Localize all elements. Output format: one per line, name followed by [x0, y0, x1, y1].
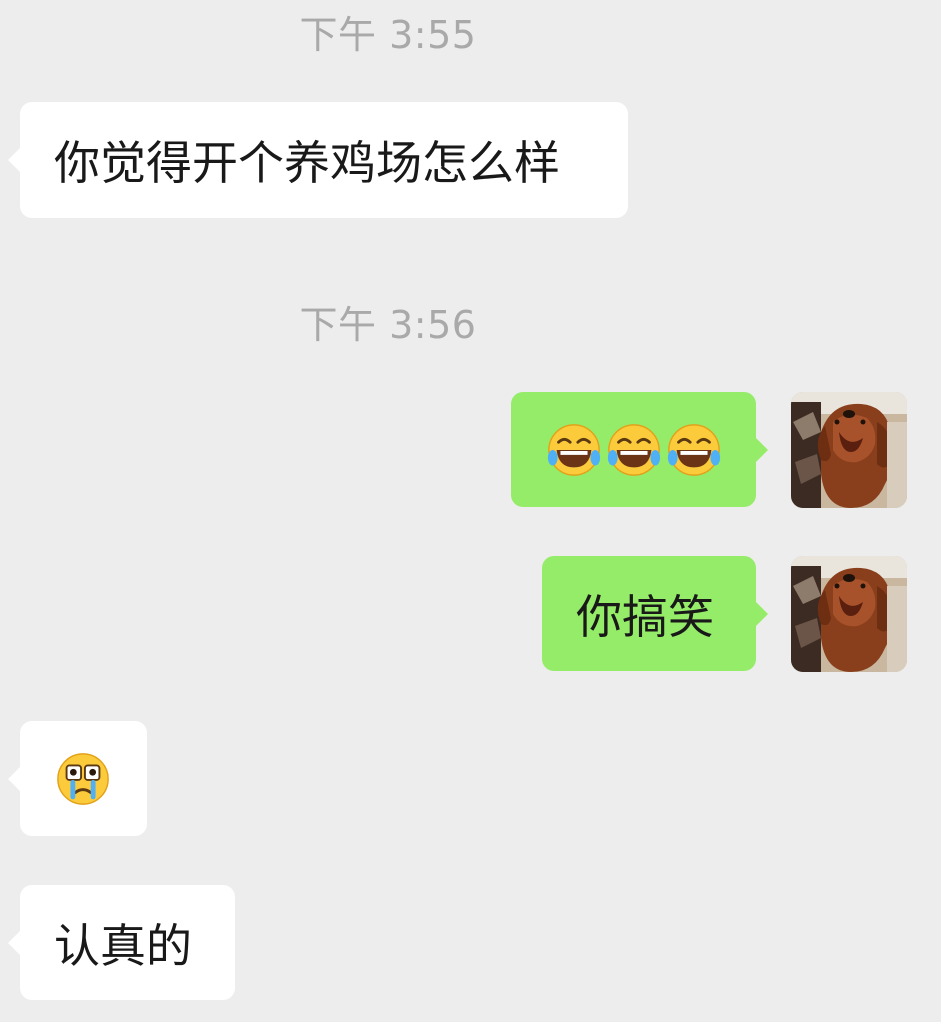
message-text: 你搞笑: [576, 589, 714, 644]
tears-of-joy-emoji: [605, 421, 663, 479]
tears-of-joy-emoji: [665, 421, 723, 479]
crying-emoji: [54, 750, 112, 808]
dog-avatar-icon: [791, 556, 907, 672]
outgoing-message-bubble[interactable]: 你搞笑: [542, 556, 768, 671]
message-text: 你觉得开个养鸡场怎么样: [54, 136, 560, 190]
my-avatar[interactable]: [791, 556, 907, 672]
chat-conversation: 下午 3:55 你觉得开个养鸡场怎么样 下午 3:56 你搞笑 认真的: [0, 0, 941, 1022]
message-text: 认真的: [54, 918, 192, 973]
timestamp: 下午 3:55: [299, 13, 477, 57]
dog-avatar-icon: [791, 392, 907, 508]
outgoing-message-bubble[interactable]: [511, 392, 768, 507]
incoming-message-bubble[interactable]: [8, 721, 147, 836]
timestamp: 下午 3:56: [299, 303, 477, 347]
tears-of-joy-emoji: [545, 421, 603, 479]
incoming-message-bubble[interactable]: 你觉得开个养鸡场怎么样: [8, 102, 628, 218]
my-avatar[interactable]: [791, 392, 907, 508]
incoming-message-bubble[interactable]: 认真的: [8, 885, 235, 1000]
